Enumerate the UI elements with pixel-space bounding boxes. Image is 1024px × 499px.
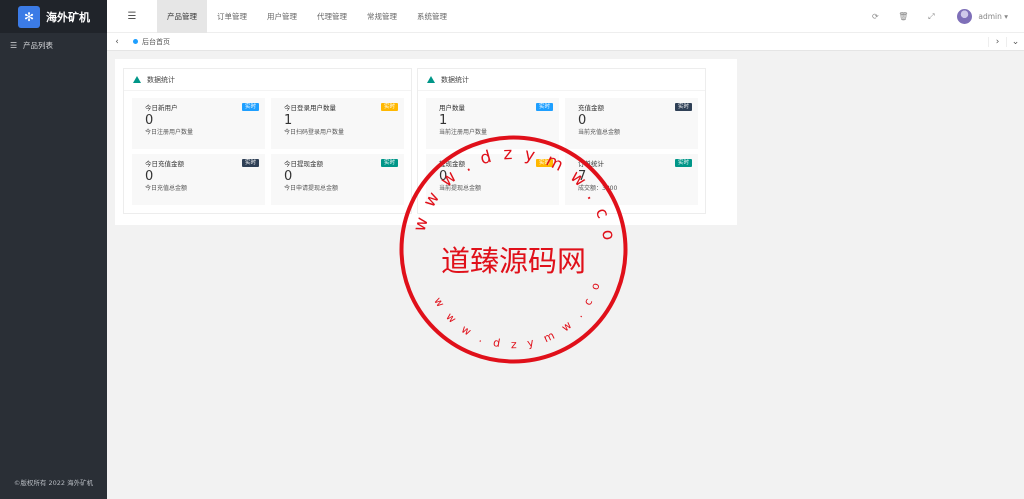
refresh-icon[interactable]: ⟳: [861, 12, 889, 21]
user-menu[interactable]: admin ▾: [978, 12, 1008, 21]
stat-tile: 充值金额 实时 0 当前充值总金额: [565, 98, 698, 149]
sidebar-item-product-list[interactable]: ☰ 产品列表: [0, 33, 107, 57]
card-header: 数据统计: [124, 69, 411, 91]
stat-tile: 今日充值金额 实时 0 今日充值总金额: [132, 154, 265, 205]
stat-desc: 当前提现总金额: [439, 185, 482, 192]
stat-desc: 成交额：3800: [578, 185, 618, 192]
chevron-down-icon[interactable]: ⌄: [1006, 37, 1024, 47]
card-header: 数据统计: [418, 69, 705, 91]
status-badge: 实时: [674, 159, 692, 167]
stat-value: 0: [145, 113, 154, 128]
logo-icon: ✻: [18, 5, 40, 28]
stat-value: 1: [439, 113, 448, 128]
stat-value: 7: [578, 169, 587, 184]
sidebar-item-label: 产品列表: [23, 40, 53, 50]
trash-icon[interactable]: 🗑: [889, 12, 917, 21]
tab-next-icon[interactable]: ›: [988, 37, 1006, 47]
stat-desc: 当前充值总金额: [578, 129, 621, 136]
tab-home-label: 后台首页: [142, 37, 170, 46]
status-badge: 实时: [380, 103, 398, 111]
nav-order-management[interactable]: 订单管理: [207, 0, 257, 33]
tab-prev-icon[interactable]: ‹: [107, 37, 127, 47]
status-badge: 实时: [535, 159, 553, 167]
warning-icon: [133, 76, 141, 83]
dashboard-panel: 数据统计 今日新用户 实时 0 今日注册用户数量 今日登录用户数量 实时 1 今…: [115, 59, 737, 225]
warning-icon: [427, 76, 435, 83]
nav-general-management[interactable]: 常规管理: [357, 0, 407, 33]
copyright: ©版权所有 2022 海外矿机: [13, 479, 94, 487]
status-badge: 实时: [241, 103, 259, 111]
sidebar: ✻ 海外矿机 ☰ 产品列表 ©版权所有 2022 海外矿机: [0, 0, 107, 499]
fullscreen-icon[interactable]: ⤢: [917, 12, 945, 22]
header-tools: ⟳ 🗑 ⤢ admin ▾: [861, 0, 1024, 33]
user-name: admin: [978, 12, 1002, 21]
top-nav: 产品管理 订单管理 用户管理 代理管理 常规管理 系统管理: [157, 0, 457, 33]
top-header: ☰ 产品管理 订单管理 用户管理 代理管理 常规管理 系统管理 ⟳ 🗑 ⤢ ad…: [107, 0, 1024, 33]
stat-desc: 今日充值总金额: [145, 185, 188, 192]
status-badge: 实时: [241, 159, 259, 167]
stats-card: 数据统计 用户数量 实时 1 当前注册用户数量 充值金额 实时 0 当前充值总金…: [417, 68, 706, 214]
card-title: 数据统计: [441, 75, 469, 84]
stat-value: 1: [284, 113, 293, 128]
nav-user-management[interactable]: 用户管理: [257, 0, 307, 33]
stats-card: 数据统计 今日新用户 实时 0 今日注册用户数量 今日登录用户数量 实时 1 今…: [123, 68, 412, 214]
nav-system-management[interactable]: 系统管理: [407, 0, 457, 33]
stat-value: 0: [284, 169, 293, 184]
nav-product-management[interactable]: 产品管理: [157, 0, 207, 33]
stat-tile: 今日提现金额 实时 0 今日申请提现总金额: [271, 154, 404, 205]
stat-value: 0: [145, 169, 154, 184]
stat-tile: 提现金额 实时 0 当前提现总金额: [426, 154, 559, 205]
stat-value: 0: [439, 169, 448, 184]
tab-dot-icon: [133, 39, 138, 44]
stat-desc: 当前注册用户数量: [439, 129, 488, 136]
status-badge: 实时: [674, 103, 692, 111]
stamp-center-text: 道臻源码网: [441, 244, 586, 278]
status-badge: 实时: [380, 159, 398, 167]
tab-home[interactable]: 后台首页: [133, 37, 170, 47]
card-title: 数据统计: [147, 75, 175, 84]
tab-controls: › ⌄: [988, 33, 1024, 51]
hamburger-icon[interactable]: ☰: [107, 0, 157, 33]
status-badge: 实时: [535, 103, 553, 111]
stat-tile: 订单统计 实时 7 成交额：3800: [565, 154, 698, 205]
logo-text: 海外矿机: [46, 10, 90, 24]
stat-tile: 今日登录用户数量 实时 1 今日扫码登录用户数量: [271, 98, 404, 149]
avatar[interactable]: [957, 9, 973, 24]
stat-desc: 今日扫码登录用户数量: [284, 129, 345, 136]
tab-bar: ‹ 后台首页 › ⌄: [107, 33, 1024, 51]
logo[interactable]: ✻ 海外矿机: [0, 0, 107, 33]
stat-desc: 今日注册用户数量: [145, 129, 194, 136]
stat-tile: 用户数量 实时 1 当前注册用户数量: [426, 98, 559, 149]
stat-value: 0: [578, 113, 587, 128]
stat-desc: 今日申请提现总金额: [284, 185, 339, 192]
list-icon: ☰: [10, 40, 18, 50]
nav-agent-management[interactable]: 代理管理: [307, 0, 357, 33]
stat-tile: 今日新用户 实时 0 今日注册用户数量: [132, 98, 265, 149]
